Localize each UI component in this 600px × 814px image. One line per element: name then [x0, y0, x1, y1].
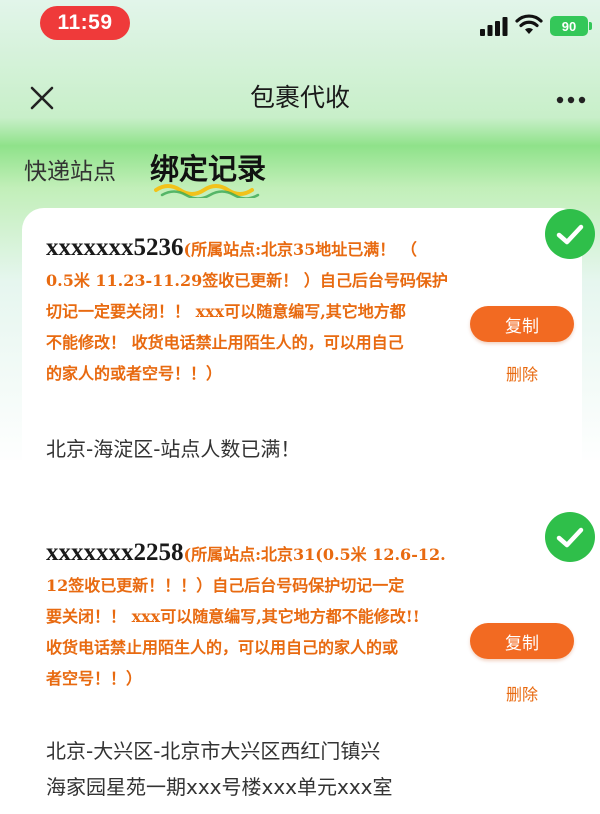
card-separator: [0, 460, 600, 510]
tab-express-stations[interactable]: 快递站点: [24, 152, 116, 186]
tab-active-indicator: [154, 184, 260, 198]
note-line: (所属站点:北京31(0.5米 12.6-12.: [183, 545, 446, 564]
record-code: xxxxxxx5236: [46, 234, 184, 261]
record-note: xxxxxxx5236(所属站点:北京35地址已满！ （ 0.5米 11.23-…: [46, 232, 466, 389]
note-line: 要关闭！！ xxx可以随意编写,其它地方都不能修改!!: [46, 607, 420, 626]
note-line: 不能修改！ 收货电话禁止用陌生人的，可以用自己: [46, 333, 404, 352]
more-icon[interactable]: [556, 96, 586, 104]
note-line: 12签收已更新！！！）自己后台号码保护切记一定: [46, 576, 405, 595]
address-line: 北京-大兴区-北京市大兴区西红门镇兴: [46, 739, 381, 763]
signal-icon: [480, 17, 508, 36]
address-line: 海家园星苑一期xxx号楼xxx单元xxx室: [46, 775, 393, 799]
page-title: 包裹代收: [249, 83, 350, 112]
record-address: 北京-大兴区-北京市大兴区西红门镇兴 海家园星苑一期xxx号楼xxx单元xxx室: [46, 733, 476, 805]
note-line: 0.5米 11.23-11.29签收已更新！ ）自己后台号码保护: [46, 271, 448, 290]
wifi-icon: [515, 14, 543, 34]
tab-bar: 快递站点 绑定记录: [0, 140, 600, 200]
battery-icon: 90: [550, 16, 592, 36]
note-line: 者空号！！）: [46, 669, 143, 688]
delete-button[interactable]: 删除: [480, 358, 564, 388]
check-circle-icon: [545, 209, 595, 259]
note-line: 切记一定要关闭！！ xxx可以随意编写,其它地方都: [46, 302, 406, 321]
note-line: (所属站点:北京35地址已满！ （: [183, 240, 417, 259]
copy-button[interactable]: 复制: [470, 306, 574, 342]
status-time: 11:59: [40, 6, 130, 40]
note-line: 收货电话禁止用陌生人的，可以用自己的家人的或: [46, 638, 399, 657]
record-note: xxxxxxx2258(所属站点:北京31(0.5米 12.6-12. 12签收…: [46, 537, 466, 694]
copy-button[interactable]: 复制: [470, 623, 574, 659]
close-icon[interactable]: [26, 82, 58, 114]
status-bar: 11:59 90: [0, 0, 600, 48]
nav-bar: 包裹代收: [0, 70, 600, 126]
delete-button[interactable]: 删除: [480, 678, 564, 708]
note-line: 的家人的或者空号！！）: [46, 364, 223, 383]
check-circle-icon: [545, 512, 595, 562]
record-address: 北京-海淀区-站点人数已满！: [46, 437, 301, 461]
record-code: xxxxxxx2258: [46, 539, 184, 566]
